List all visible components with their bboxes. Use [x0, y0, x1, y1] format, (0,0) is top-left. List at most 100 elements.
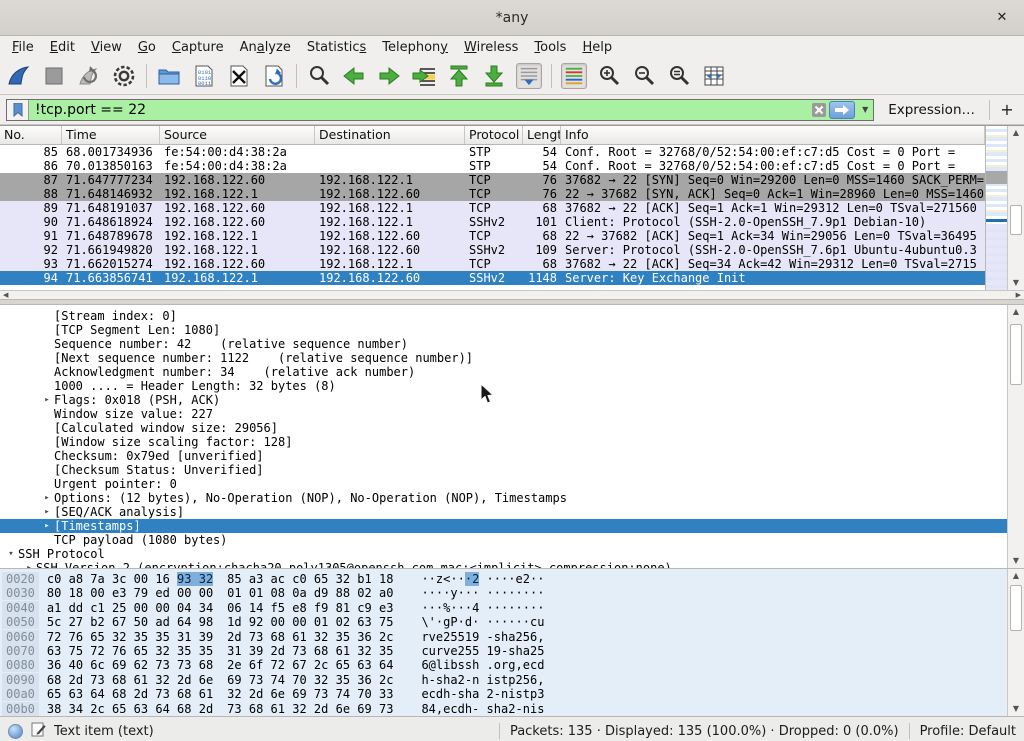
- collapsed-arrow-icon[interactable]: ▸: [40, 505, 54, 519]
- packet-list-header[interactable]: No.TimeSourceDestinationProtocolLengthIn…: [0, 126, 985, 145]
- packet-row-86[interactable]: 8670.013850163fe:54:00:d4:38:2aSTP54Conf…: [0, 159, 985, 173]
- column-header-time[interactable]: Time: [62, 126, 160, 144]
- detail-line[interactable]: Window size value: 227: [0, 407, 1007, 421]
- scroll-up-icon[interactable]: ▲: [1008, 569, 1024, 583]
- menu-file[interactable]: File: [4, 38, 42, 57]
- column-header-no[interactable]: No.: [0, 126, 62, 144]
- packet-row-94[interactable]: 9471.663856741192.168.122.1192.168.122.6…: [0, 271, 985, 285]
- save-file-icon[interactable]: 010101100011: [191, 63, 217, 89]
- go-back-icon[interactable]: [341, 63, 367, 89]
- zoom-out-icon[interactable]: [631, 63, 657, 89]
- menu-go[interactable]: Go: [130, 38, 164, 57]
- detail-line[interactable]: 1000 .... = Header Length: 32 bytes (8): [0, 379, 1007, 393]
- menu-statistics[interactable]: Statistics: [299, 38, 374, 57]
- hex-row-0050[interactable]: 00505c 27 b2 67 50 ad 64 981d 92 00 00 0…: [2, 615, 1007, 629]
- collapsed-arrow-icon[interactable]: ▸: [40, 393, 54, 407]
- packet-row-85[interactable]: 8568.001734936fe:54:00:d4:38:2aSTP54Conf…: [0, 145, 985, 159]
- menu-view[interactable]: View: [83, 38, 130, 57]
- filter-apply-icon[interactable]: [829, 101, 855, 119]
- menu-help[interactable]: Help: [574, 38, 620, 57]
- packet-row-93[interactable]: 9371.662015274192.168.122.60192.168.122.…: [0, 257, 985, 271]
- scroll-left-icon[interactable]: ◀: [3, 291, 8, 299]
- scroll-right-icon[interactable]: ▶: [1016, 291, 1021, 299]
- packet-row-87[interactable]: 8771.647777234192.168.122.60192.168.122.…: [0, 173, 985, 187]
- detail-line[interactable]: [Next sequence number: 1122 (relative se…: [0, 351, 1007, 365]
- menu-wireless[interactable]: Wireless: [456, 38, 526, 57]
- menu-telephony[interactable]: Telephony: [374, 38, 456, 57]
- hex-row-0070[interactable]: 007063 75 72 76 65 32 35 3531 39 2d 73 6…: [2, 644, 1007, 658]
- detail-line[interactable]: [Checksum Status: Unverified]: [0, 463, 1007, 477]
- collapsed-arrow-icon[interactable]: ▸: [22, 561, 36, 568]
- restart-capture-icon[interactable]: [76, 63, 102, 89]
- start-capture-icon[interactable]: [6, 63, 32, 89]
- column-header-length[interactable]: Length: [523, 126, 561, 144]
- detail-line[interactable]: TCP payload (1080 bytes): [0, 533, 1007, 547]
- hex-row-0040[interactable]: 0040a1 dd c1 25 00 00 04 3406 14 f5 e8 f…: [2, 601, 1007, 615]
- open-file-icon[interactable]: [156, 63, 182, 89]
- detail-line[interactable]: ▸Flags: 0x018 (PSH, ACK): [0, 393, 1007, 407]
- capture-options-icon[interactable]: [111, 63, 137, 89]
- column-header-info[interactable]: Info: [561, 126, 985, 144]
- stop-capture-icon[interactable]: [41, 63, 67, 89]
- collapsed-arrow-icon[interactable]: ▸: [40, 491, 54, 505]
- detail-line[interactable]: ▸SSH Version 2 (encryption:chacha20-poly…: [0, 561, 1007, 568]
- detail-line[interactable]: ▸Options: (12 bytes), No-Operation (NOP)…: [0, 491, 1007, 505]
- colorize-icon[interactable]: [561, 63, 587, 89]
- hex-vertical-scrollbar[interactable]: ▲ ▼: [1007, 569, 1024, 716]
- detail-line[interactable]: [Window size scaling factor: 128]: [0, 435, 1007, 449]
- collapsed-arrow-icon[interactable]: ▸: [40, 519, 54, 533]
- go-to-packet-icon[interactable]: [411, 63, 437, 89]
- details-vertical-scrollbar[interactable]: ▲ ▼: [1007, 305, 1024, 568]
- scroll-up-icon[interactable]: ▲: [1008, 126, 1024, 140]
- go-forward-icon[interactable]: [376, 63, 402, 89]
- capture-comment-icon[interactable]: [31, 722, 46, 741]
- detail-line[interactable]: ▸[Timestamps]: [0, 519, 1007, 533]
- filter-clear-icon[interactable]: [809, 101, 829, 119]
- menu-analyze[interactable]: Analyze: [232, 38, 299, 57]
- go-first-packet-icon[interactable]: [446, 63, 472, 89]
- packet-row-89[interactable]: 8971.648191037192.168.122.60192.168.122.…: [0, 201, 985, 215]
- add-filter-button[interactable]: +: [996, 100, 1018, 119]
- packet-list-vertical-scrollbar[interactable]: ▲ ▼: [1007, 126, 1024, 290]
- menu-edit[interactable]: Edit: [42, 38, 83, 57]
- profile-text[interactable]: Profile: Default: [920, 724, 1016, 739]
- detail-line[interactable]: ▸[SEQ/ACK analysis]: [0, 505, 1007, 519]
- detail-line[interactable]: Sequence number: 42 (relative sequence n…: [0, 337, 1007, 351]
- filter-dropdown-icon[interactable]: ▼: [857, 101, 873, 119]
- detail-line[interactable]: Acknowledgment number: 34 (relative ack …: [0, 365, 1007, 379]
- close-file-icon[interactable]: [226, 63, 252, 89]
- resize-columns-icon[interactable]: [701, 63, 727, 89]
- zoom-reset-icon[interactable]: [666, 63, 692, 89]
- detail-line[interactable]: Checksum: 0x79ed [unverified]: [0, 449, 1007, 463]
- packet-row-92[interactable]: 9271.661949820192.168.122.1192.168.122.6…: [0, 243, 985, 257]
- hex-row-0080[interactable]: 008036 40 6c 69 62 73 73 682e 6f 72 67 2…: [2, 658, 1007, 672]
- reload-file-icon[interactable]: [261, 63, 287, 89]
- packet-row-91[interactable]: 9171.648789678192.168.122.1192.168.122.6…: [0, 229, 985, 243]
- expression-button[interactable]: Expression…: [880, 102, 983, 118]
- go-last-packet-icon[interactable]: [481, 63, 507, 89]
- scroll-down-icon[interactable]: ▼: [1008, 276, 1024, 290]
- find-packet-icon[interactable]: [306, 63, 332, 89]
- hex-row-0090[interactable]: 009068 2d 73 68 61 32 2d 6e69 73 74 70 3…: [2, 673, 1007, 687]
- auto-scroll-icon[interactable]: [516, 63, 542, 89]
- intelligent-scrollbar-minimap[interactable]: [985, 126, 1007, 290]
- detail-line[interactable]: Urgent pointer: 0: [0, 477, 1007, 491]
- hex-row-0060[interactable]: 006072 76 65 32 35 35 31 392d 73 68 61 3…: [2, 630, 1007, 644]
- hex-row-0030[interactable]: 003080 18 00 e3 79 ed 00 0001 01 08 0a d…: [2, 586, 1007, 600]
- detail-line[interactable]: ▾SSH Protocol: [0, 547, 1007, 561]
- expanded-arrow-icon[interactable]: ▾: [4, 547, 18, 561]
- display-filter-field[interactable]: !tcp.port == 22 ▼: [6, 99, 874, 121]
- display-filter-input[interactable]: !tcp.port == 22: [29, 102, 809, 118]
- column-header-source[interactable]: Source: [160, 126, 315, 144]
- column-header-protocol[interactable]: Protocol: [465, 126, 523, 144]
- zoom-in-icon[interactable]: [596, 63, 622, 89]
- close-window-button[interactable]: ✕: [992, 8, 1012, 28]
- hex-row-00b0[interactable]: 00b038 34 2c 65 63 64 68 2d73 68 61 32 2…: [2, 702, 1007, 716]
- column-header-destination[interactable]: Destination: [315, 126, 465, 144]
- menu-capture[interactable]: Capture: [164, 38, 232, 57]
- packet-row-88[interactable]: 8871.648146932192.168.122.1192.168.122.6…: [0, 187, 985, 201]
- packet-row-90[interactable]: 9071.648618924192.168.122.60192.168.122.…: [0, 215, 985, 229]
- filter-bookmark-icon[interactable]: [7, 100, 29, 120]
- scroll-down-icon[interactable]: ▼: [1008, 702, 1024, 716]
- detail-line[interactable]: [Calculated window size: 29056]: [0, 421, 1007, 435]
